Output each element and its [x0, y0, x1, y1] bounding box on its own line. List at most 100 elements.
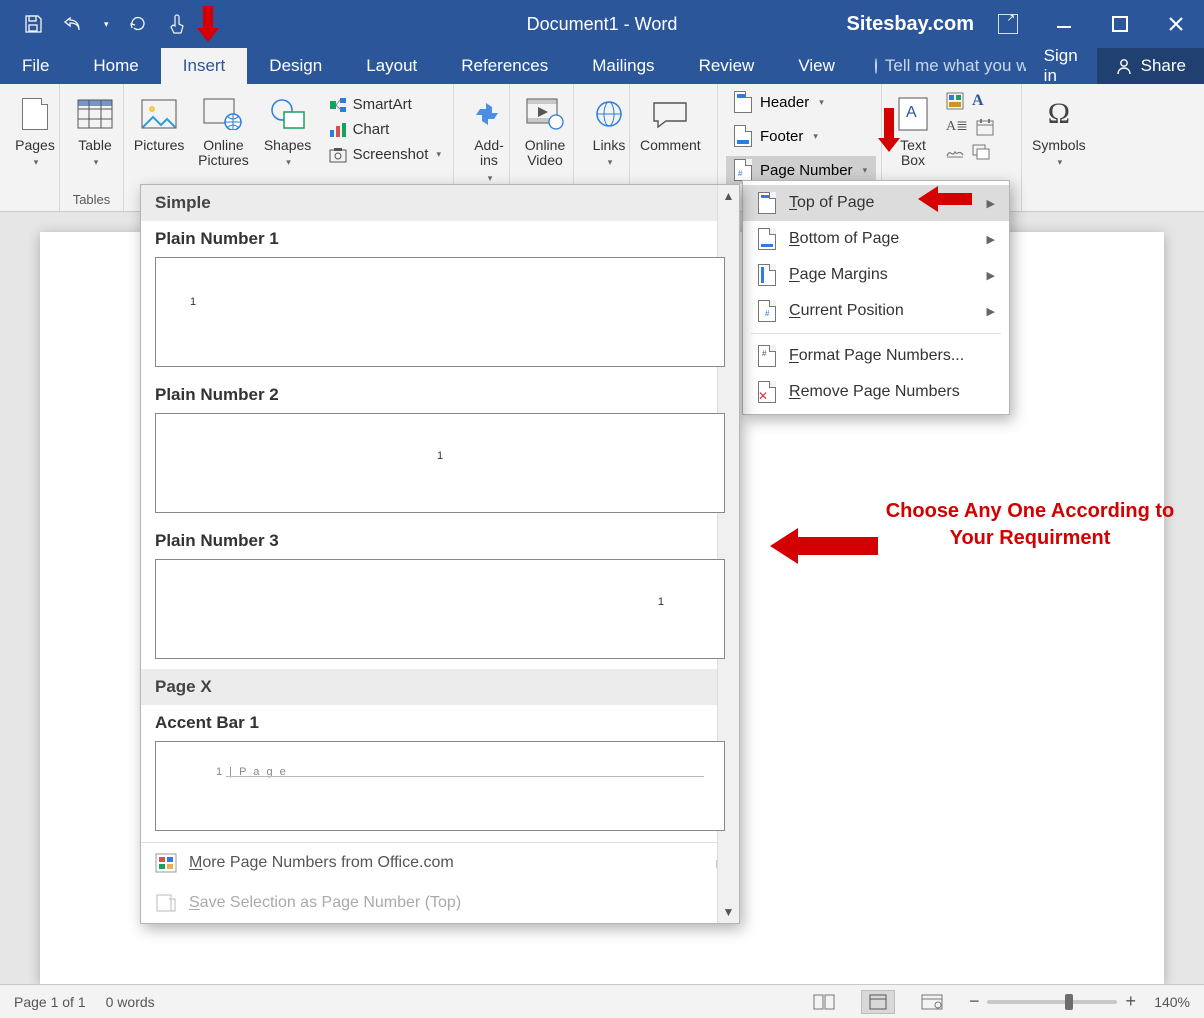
- share-button[interactable]: Share: [1097, 48, 1204, 84]
- group-label-tables: Tables: [68, 192, 115, 209]
- screenshot-button[interactable]: Screenshot▾: [325, 144, 445, 165]
- tab-review[interactable]: Review: [677, 48, 777, 84]
- svg-text:A: A: [906, 104, 917, 121]
- quick-access-toolbar: ▾ ▾: [0, 13, 213, 35]
- footer-button[interactable]: Footer▾: [726, 122, 876, 150]
- office-icon: [155, 853, 177, 873]
- gallery-section-pagex: Page X: [141, 669, 739, 705]
- gallery-item-plain-2-title: Plain Number 2: [141, 377, 739, 409]
- annotation-arrow-page-number: [878, 108, 900, 152]
- dropcap-icon[interactable]: A≣: [946, 118, 968, 136]
- title-bar: ▾ ▾ Document1 - Word Sitesbay.com: [0, 0, 1204, 48]
- brand-label: Sitesbay.com: [847, 13, 974, 36]
- chevron-down-icon: ▾: [286, 157, 291, 168]
- tell-me-search[interactable]: Tell me what you want to d: [857, 48, 1026, 84]
- menu-page-margins[interactable]: Page Margins ▶: [743, 257, 1009, 293]
- chart-icon: [329, 122, 347, 138]
- format-page-numbers-icon: #: [757, 345, 777, 367]
- shapes-button[interactable]: Shapes ▾: [261, 92, 315, 170]
- undo-dropdown-icon[interactable]: ▾: [104, 19, 109, 30]
- chart-button[interactable]: Chart: [325, 119, 445, 140]
- top-of-page-icon: [757, 192, 777, 214]
- smartart-button[interactable]: SmartArt: [325, 94, 445, 115]
- view-print-layout[interactable]: [861, 990, 895, 1014]
- close-button[interactable]: [1148, 0, 1204, 48]
- gallery-item-plain-3[interactable]: 1: [155, 559, 725, 659]
- addins-button[interactable]: Add- ins ▾: [462, 92, 516, 186]
- annotation-arrow-choose: [770, 528, 878, 564]
- quick-parts-icon[interactable]: [946, 92, 964, 110]
- gallery-more-office[interactable]: More Page Numbers from Office.com ▶: [141, 843, 739, 883]
- tab-home[interactable]: Home: [71, 48, 160, 84]
- online-video-icon: [525, 94, 565, 134]
- links-button[interactable]: Links ▾: [582, 92, 636, 170]
- tab-design[interactable]: Design: [247, 48, 344, 84]
- zoom-control: − + 140%: [969, 991, 1190, 1012]
- pages-icon: [15, 94, 55, 134]
- window-controls: [980, 0, 1204, 48]
- chevron-right-icon: ▶: [987, 233, 995, 246]
- zoom-level[interactable]: 140%: [1144, 994, 1190, 1010]
- menu-bottom-of-page[interactable]: Bottom of Page ▶: [743, 221, 1009, 257]
- save-icon[interactable]: [22, 13, 44, 35]
- status-page[interactable]: Page 1 of 1: [14, 994, 86, 1010]
- gallery-item-plain-2[interactable]: 1: [155, 413, 725, 513]
- online-video-button[interactable]: Online Video: [518, 92, 572, 171]
- pictures-icon: [139, 94, 179, 134]
- zoom-slider[interactable]: [987, 1000, 1117, 1004]
- scroll-up-icon[interactable]: ▲: [723, 189, 735, 203]
- view-web-layout[interactable]: [915, 990, 949, 1014]
- annotation-arrow-top-of-page: [918, 186, 972, 212]
- tab-references[interactable]: References: [439, 48, 570, 84]
- table-icon: [75, 94, 115, 134]
- status-words[interactable]: 0 words: [106, 994, 155, 1010]
- pages-button[interactable]: Pages ▾: [8, 92, 62, 170]
- bottom-of-page-icon: [757, 228, 777, 250]
- touch-mode-icon[interactable]: [167, 13, 189, 35]
- ribbon-display-options-icon[interactable]: [980, 0, 1036, 48]
- pictures-button[interactable]: Pictures: [132, 92, 186, 155]
- tab-layout[interactable]: Layout: [344, 48, 439, 84]
- comment-button[interactable]: Comment: [638, 92, 703, 155]
- object-icon[interactable]: [972, 144, 990, 160]
- menu-format-page-numbers[interactable]: # Format Page Numbers...: [743, 338, 1009, 374]
- remove-page-numbers-icon: ✕: [757, 381, 777, 403]
- zoom-in-button[interactable]: +: [1125, 991, 1136, 1012]
- maximize-button[interactable]: [1092, 0, 1148, 48]
- tell-me-placeholder: Tell me what you want to d: [885, 56, 1026, 76]
- tab-file[interactable]: File: [0, 48, 71, 84]
- header-button[interactable]: Header▾: [726, 88, 876, 116]
- zoom-out-button[interactable]: −: [969, 991, 980, 1012]
- current-position-icon: #: [757, 300, 777, 322]
- signature-line-icon[interactable]: [946, 144, 964, 160]
- smartart-icon: [329, 97, 347, 113]
- scroll-down-icon[interactable]: ▼: [723, 905, 735, 919]
- gallery-item-plain-1[interactable]: 1: [155, 257, 725, 367]
- online-pictures-button[interactable]: Online Pictures: [196, 92, 250, 171]
- bulb-icon: [875, 58, 877, 74]
- undo-icon[interactable]: [62, 13, 84, 35]
- signin-link[interactable]: Sign in: [1026, 48, 1097, 84]
- wordart-icon[interactable]: A: [972, 92, 984, 110]
- annotation-arrow-insert-tab: [197, 6, 219, 42]
- gallery-section-simple: Simple: [141, 185, 739, 221]
- gallery-item-accent-1[interactable]: 1 | P a g e: [155, 741, 725, 831]
- gallery-item-accent-1-title: Accent Bar 1: [141, 705, 739, 737]
- status-bar: Page 1 of 1 0 words − + 140%: [0, 984, 1204, 1018]
- view-read-mode[interactable]: [807, 990, 841, 1014]
- date-time-icon[interactable]: [976, 118, 994, 136]
- menu-current-position[interactable]: # Current Position ▶: [743, 293, 1009, 329]
- minimize-button[interactable]: [1036, 0, 1092, 48]
- tab-view[interactable]: View: [776, 48, 857, 84]
- redo-icon[interactable]: [127, 13, 149, 35]
- tab-insert[interactable]: Insert: [161, 48, 248, 84]
- symbols-button[interactable]: Ω Symbols ▾: [1030, 92, 1088, 170]
- tab-mailings[interactable]: Mailings: [570, 48, 676, 84]
- menu-remove-page-numbers[interactable]: ✕ Remove Page Numbers: [743, 374, 1009, 410]
- links-icon: [589, 94, 629, 134]
- online-pictures-icon: [203, 94, 243, 134]
- table-button[interactable]: Table ▾: [68, 92, 122, 170]
- share-label: Share: [1141, 56, 1186, 76]
- gallery-save-selection[interactable]: Save Selection as Page Number (Top): [141, 883, 739, 923]
- chevron-right-icon: ▶: [987, 305, 995, 318]
